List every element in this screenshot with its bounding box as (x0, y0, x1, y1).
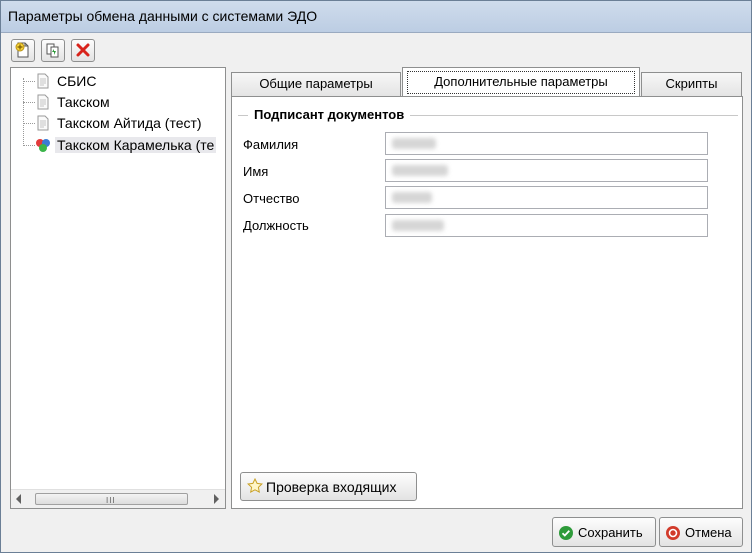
scrollbar-thumb[interactable]: III (35, 493, 188, 505)
tab-general[interactable]: Общие параметры (231, 72, 401, 96)
check-incoming-label: Проверка входящих (266, 479, 397, 495)
tree-item-label: Такском Карамелька (те (55, 137, 217, 153)
window-title: Параметры обмена данными с системами ЭДО (8, 8, 318, 24)
signer-group: Подписант документов (238, 107, 738, 122)
save-label: Сохранить (578, 525, 643, 540)
patronymic-field[interactable] (385, 186, 708, 209)
check-incoming-button[interactable]: Проверка входящих (240, 472, 417, 501)
scroll-left-icon[interactable] (16, 494, 21, 504)
add-document-icon (15, 42, 29, 58)
tab-scripts[interactable]: Скрипты (641, 72, 742, 96)
dialog-window: Параметры обмена данными с системами ЭДО (0, 0, 752, 553)
position-field[interactable] (385, 214, 708, 237)
tree-item-taxcom-aitida[interactable]: Такском Айтида (тест) (11, 113, 225, 134)
redacted-value (392, 192, 432, 203)
save-button[interactable]: Сохранить (552, 517, 656, 547)
title-bar: Параметры обмена данными с системами ЭДО (1, 1, 751, 33)
tab-additional[interactable]: Дополнительные параметры (402, 67, 640, 97)
document-icon (37, 73, 49, 89)
redacted-value (392, 138, 436, 149)
redacted-value (392, 165, 448, 176)
tree-item-label: Такском Айтида (тест) (57, 115, 202, 131)
tree-item-label: СБИС (57, 73, 97, 89)
check-circle-icon (559, 526, 573, 540)
add-button[interactable] (11, 39, 35, 62)
group-title: Подписант документов (248, 107, 411, 122)
scrollbar-grip: III (106, 496, 116, 505)
cancel-circle-icon (666, 526, 680, 540)
scroll-right-icon[interactable] (214, 494, 219, 504)
tree-horizontal-scrollbar[interactable]: III (11, 489, 225, 508)
delete-button[interactable] (71, 39, 95, 62)
tab-panel: Подписант документов Фамилия Имя Отчеств… (231, 96, 743, 509)
position-label: Должность (243, 218, 309, 233)
cancel-button[interactable]: Отмена (659, 517, 743, 547)
name-field[interactable] (385, 159, 708, 182)
copy-document-icon (46, 43, 59, 58)
patronymic-label: Отчество (243, 191, 300, 206)
tree-item-taxcom[interactable]: Такском (11, 92, 225, 113)
delete-icon (76, 43, 90, 57)
tree-item-sbis[interactable]: СБИС (11, 71, 225, 92)
tab-strip: Общие параметры Дополнительные параметры… (231, 67, 743, 97)
tab-label: Скрипты (665, 76, 718, 91)
name-label: Имя (243, 164, 269, 179)
document-icon (37, 94, 49, 110)
document-icon (37, 115, 49, 131)
redacted-value (392, 220, 444, 231)
tree-item-label: Такском (57, 94, 110, 110)
copy-button[interactable] (41, 39, 65, 62)
tree-item-taxcom-karamelka[interactable]: Такском Карамелька (те (11, 135, 225, 156)
surname-label: Фамилия (243, 137, 299, 152)
tab-label: Общие параметры (259, 76, 373, 91)
surname-field[interactable] (385, 132, 708, 155)
star-icon (247, 478, 263, 494)
colored-circles-icon (36, 139, 50, 152)
provider-tree[interactable]: СБИС Такском Такском Айтида (тест) Такск… (10, 67, 226, 509)
cancel-label: Отмена (685, 525, 732, 540)
